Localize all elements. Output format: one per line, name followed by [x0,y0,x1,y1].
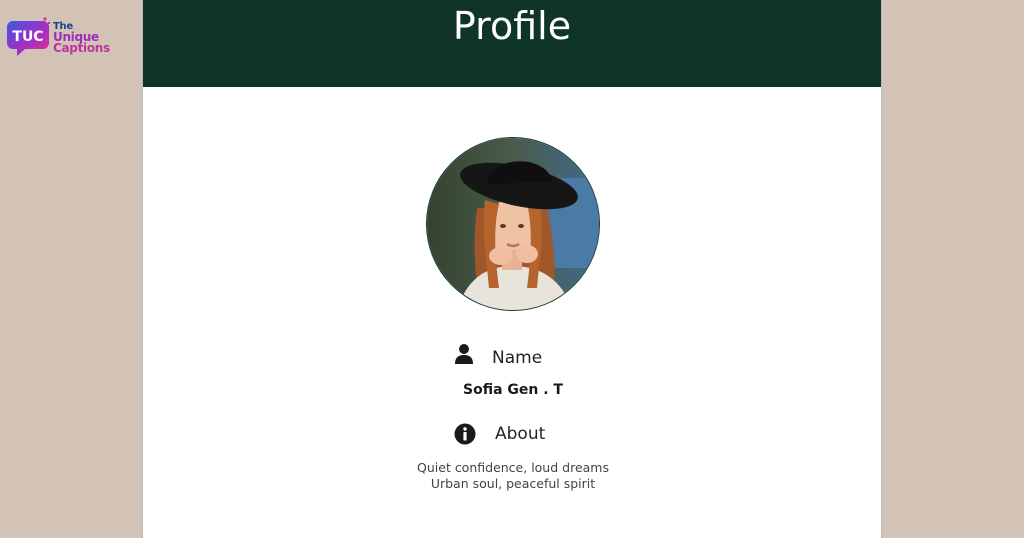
tuc-logo-icon: TUC [7,17,51,56]
profile-photo [427,138,599,310]
info-icon [454,423,476,445]
about-line-1: Quiet confidence, loud dreams [417,460,609,475]
page-title: Profile [452,4,572,48]
brand-logo: TUC The Unique Captions [5,10,120,68]
avatar[interactable] [427,138,599,310]
brand-line-3: Captions [53,41,110,55]
about-line-2: Urban soul, peaceful spirit [430,476,596,491]
name-value: Sofia Gen . T [463,382,563,398]
brand-wordmark: The Unique Captions [53,21,110,54]
brand-badge-text: TUC [12,29,43,45]
profile-card: Profile Name Sofia Gen . T About Quiet c… [142,0,882,538]
name-label: Name [492,348,543,368]
about-label: About [495,424,546,444]
person-icon [455,344,473,364]
profile-header: Profile [143,0,881,87]
about-text: Quiet confidence, loud dreams Urban soul… [363,460,663,492]
